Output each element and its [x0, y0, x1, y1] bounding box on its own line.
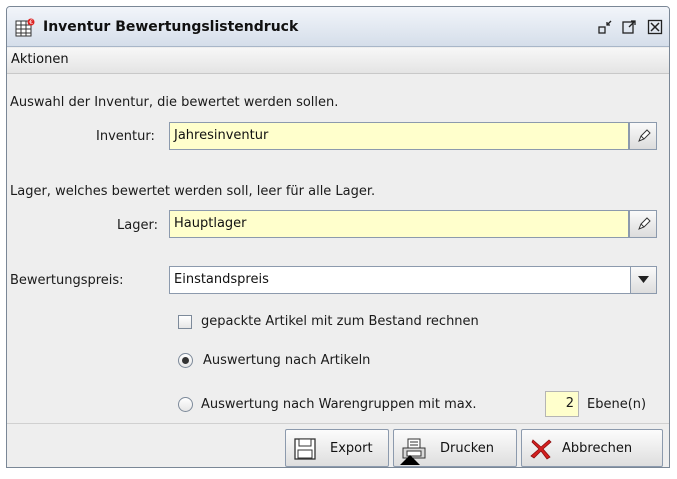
pen-icon [638, 129, 651, 142]
menu-aktionen[interactable]: Aktionen [11, 52, 69, 67]
title-bar[interactable]: € Inventur Bewertungslistendruck [7, 7, 669, 47]
cancel-x-icon [530, 439, 552, 460]
inventur-picker-button[interactable] [629, 122, 657, 150]
radio-selected-dot [182, 357, 189, 364]
maximize-icon[interactable] [621, 19, 637, 35]
price-label: Bewertungspreis: [10, 273, 124, 288]
radio-articles-label: Auswertung nach Artikeln [203, 353, 371, 368]
price-select-value: Einstandspreis [174, 272, 269, 287]
lager-picker-button[interactable] [629, 210, 657, 238]
dialog-window: € Inventur Bewertungslistendruck Aktione… [6, 6, 670, 468]
window-title: Inventur Bewertungslistendruck [43, 19, 299, 35]
packed-articles-checkbox[interactable] [178, 315, 192, 329]
price-select[interactable]: Einstandspreis [169, 266, 657, 294]
levels-unit: Ebene(n) [587, 397, 647, 412]
inventur-hint: Auswahl der Inventur, die bewertet werde… [10, 95, 339, 110]
lager-hint: Lager, welches bewertet werden soll, lee… [10, 184, 376, 199]
menu-bar: Aktionen [7, 48, 669, 74]
lager-label: Lager: [117, 218, 158, 233]
lager-field[interactable]: Hauptlager [169, 210, 629, 238]
cancel-label: Abbrechen [562, 441, 633, 456]
chevron-down-icon[interactable] [630, 267, 656, 293]
radio-articles[interactable] [178, 353, 193, 368]
cancel-button[interactable]: Abbrechen [521, 429, 663, 467]
button-bar: Export Drucken Abbrechen [7, 423, 669, 467]
floppy-disk-icon [294, 438, 316, 460]
packed-articles-label: gepackte Artikel mit zum Bestand rechnen [201, 314, 479, 329]
levels-input[interactable]: 2 [545, 391, 579, 417]
pen-icon [638, 217, 651, 230]
minimize-icon[interactable] [597, 19, 613, 35]
inventur-label: Inventur: [96, 129, 155, 144]
svg-text:€: € [29, 19, 33, 26]
radio-groups[interactable] [178, 397, 193, 412]
export-button[interactable]: Export [285, 429, 389, 467]
export-label: Export [330, 441, 373, 456]
radio-groups-label: Auswertung nach Warengruppen mit max. [201, 397, 477, 412]
close-icon[interactable] [647, 19, 663, 35]
print-label: Drucken [440, 441, 495, 456]
inventory-grid-icon: € [15, 18, 35, 38]
inventur-field[interactable]: Jahresinventur [169, 122, 629, 150]
mouse-cursor-icon [400, 455, 420, 479]
